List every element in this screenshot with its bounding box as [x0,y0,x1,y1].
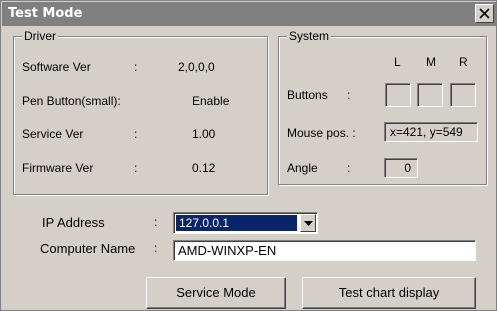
system-group: System L M R Buttons : Mouse pos. : x=42… [278,29,487,185]
right-button-indicator [450,83,476,107]
firmware-ver-label: Firmware Ver [22,161,94,175]
ip-address-combo[interactable]: 127.0.0.1 [173,212,318,234]
left-button-indicator [385,83,411,107]
button-header-left: L [394,55,401,69]
ip-address-selected: 127.0.0.1 [176,215,297,231]
button-header-right: R [459,55,468,69]
service-ver-colon: : [134,127,138,141]
software-ver-value: 2,0,0,0 [178,60,215,74]
pen-button-value: Enable [192,94,230,108]
ip-address-label: IP Address [42,215,105,230]
angle-value: 0 [404,161,411,175]
firmware-ver-value: 0.12 [192,161,216,175]
middle-button-indicator [417,83,443,107]
dialog-content: Driver Software Ver : 2,0,0,0 Pen Button… [2,26,495,310]
computer-name-colon: : [154,241,158,255]
angle-label: Angle [287,161,318,175]
mouse-pos-field: x=421, y=549 [384,122,478,142]
firmware-ver-colon: : [134,161,138,175]
angle-field: 0 [384,158,418,178]
computer-name-field[interactable]: AMD-WINXP-EN [173,240,476,261]
close-button[interactable] [475,4,494,23]
service-ver-value: 1.00 [192,127,216,141]
pen-button-label: Pen Button(small): [22,94,121,108]
ip-address-colon: : [154,215,158,229]
test-chart-display-button[interactable]: Test chart display [302,277,476,309]
buttons-label: Buttons [287,88,328,102]
button-header-middle: M [426,55,436,69]
software-ver-label: Software Ver [22,60,91,74]
title-bar[interactable]: Test Mode [2,2,496,26]
chevron-down-icon [304,221,313,226]
driver-group: Driver Software Ver : 2,0,0,0 Pen Button… [13,29,268,195]
close-icon [479,8,490,19]
computer-name-label: Computer Name [40,241,136,256]
angle-colon: : [347,161,351,175]
service-mode-button[interactable]: Service Mode [146,277,286,309]
service-ver-label: Service Ver [22,127,84,141]
test-mode-dialog: Test Mode Driver Software Ver : 2,0,0,0 … [0,0,497,311]
system-legend: System [287,29,332,43]
software-ver-colon: : [134,60,138,74]
mouse-pos-value: x=421, y=549 [390,125,463,139]
driver-legend: Driver [22,29,58,43]
mouse-pos-label: Mouse pos. : [287,126,356,140]
buttons-colon: : [347,88,351,102]
window-title: Test Mode [8,6,83,21]
ip-dropdown-button[interactable] [300,214,316,232]
computer-name-value: AMD-WINXP-EN [178,243,277,258]
